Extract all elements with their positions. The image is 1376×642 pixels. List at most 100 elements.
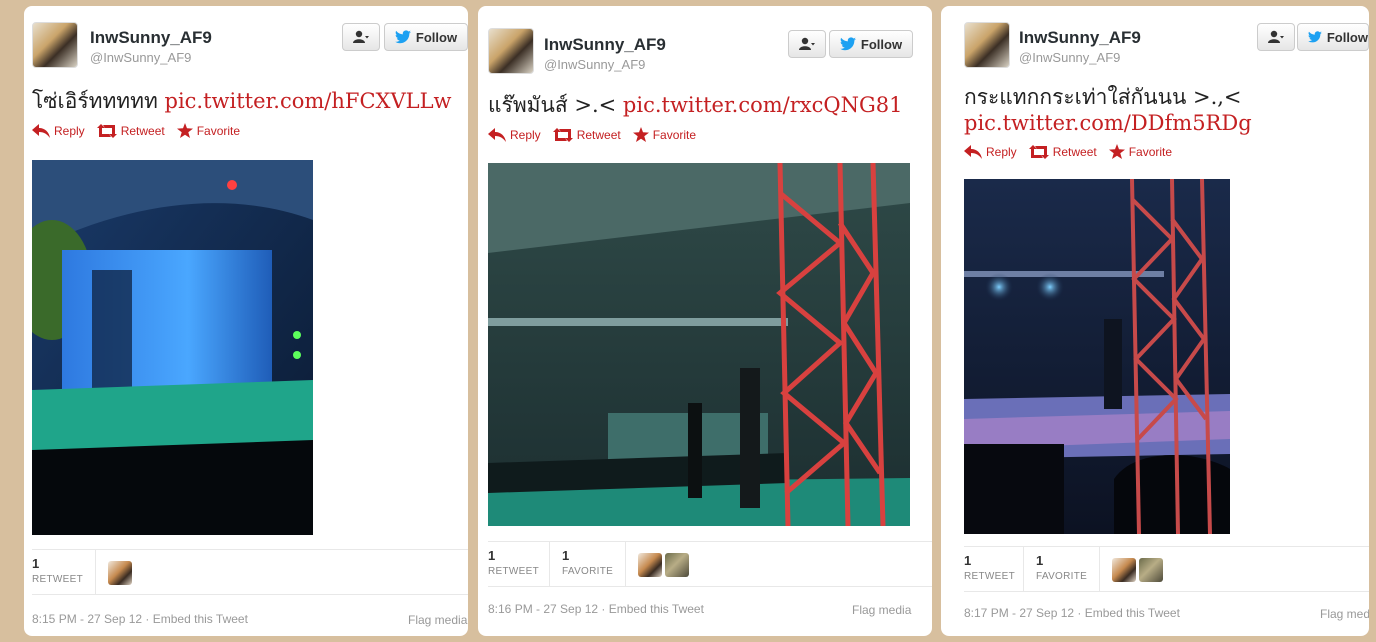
tweet-card-2: InwSunny_AF9 @InwSunny_AF9 Follow แร๊พมั… [478,6,932,636]
embed-link[interactable]: Embed this Tweet [609,602,704,616]
embed-link[interactable]: Embed this Tweet [1085,606,1180,620]
favorite-count: 1 [1036,553,1044,568]
display-name[interactable]: InwSunny_AF9 [1019,28,1141,48]
user-actions-button[interactable] [342,23,380,51]
reply-button[interactable]: Reply [488,127,541,142]
retweeter-avatars [108,550,135,594]
retweet-icon [1028,144,1049,159]
retweet-stat-label: RETWEET [964,571,1015,582]
user-icon [799,37,815,50]
media-link[interactable]: pic.twitter.com/DDfm5RDg [964,110,1354,136]
engager-avatar[interactable] [1139,558,1163,582]
retweet-label: Retweet [1052,144,1097,159]
retweeter-avatar[interactable] [108,561,132,585]
display-name[interactable]: InwSunny_AF9 [544,35,666,55]
user-icon [353,30,369,43]
favorite-stat[interactable]: 1 FAVORITE [1036,547,1100,591]
engager-avatar[interactable] [665,553,689,577]
tweet-card-3: InwSunny_AF9 @InwSunny_AF9 Follow กระแทก… [941,6,1369,636]
tweet-photo[interactable] [488,163,910,526]
timestamp[interactable]: 8:16 PM - 27 Sep 12 [488,602,598,616]
reply-label: Reply [510,127,541,142]
engager-avatar[interactable] [1112,558,1136,582]
media-link[interactable]: pic.twitter.com/hFCXVLLw [165,89,452,113]
retweet-stat-label: RETWEET [488,566,539,577]
timestamp[interactable]: 8:15 PM - 27 Sep 12 [32,612,142,626]
handle[interactable]: @InwSunny_AF9 [90,50,191,65]
favorite-count: 1 [562,548,570,563]
user-icon [1268,30,1284,43]
follow-label: Follow [415,29,458,45]
concert-photo-graphic [964,179,1230,534]
reply-button[interactable]: Reply [964,144,1017,159]
embed-link[interactable]: Embed this Tweet [153,612,248,626]
tweet-actions: Reply Retweet Favorite [32,123,240,138]
follow-label: Follow [1326,29,1368,45]
follow-label: Follow [860,36,903,52]
tweet-text: แร๊พมันส์ >.< pic.twitter.com/rxcQNG81 [488,92,902,118]
follow-button[interactable]: Follow [829,30,913,58]
tweet-actions: Reply Retweet Favorite [964,144,1172,159]
retweet-count: 1 [32,556,40,571]
tweet-body: แร๊พมันส์ >.< [488,93,617,117]
media-link[interactable]: pic.twitter.com/rxcQNG81 [623,93,903,117]
favorite-stat-label: FAVORITE [562,566,614,577]
follow-button[interactable]: Follow [1297,23,1369,51]
tweet-body: โซ่เอิร์ททททท [32,89,158,113]
reply-label: Reply [986,144,1017,159]
tweet-text: กระแทกกระเท่าใส่กันนน >.,< pic.twitter.c… [964,84,1354,136]
concert-photo-graphic [32,160,313,535]
concert-photo-graphic [488,163,910,526]
tweet-stats: 1 RETWEET 1 FAVORITE [964,546,1369,592]
flag-media-link[interactable]: Flag media [852,603,911,617]
retweet-count: 1 [488,548,496,563]
follow-button[interactable]: Follow [384,23,468,51]
display-name[interactable]: InwSunny_AF9 [90,28,212,48]
favorite-stat[interactable]: 1 FAVORITE [562,542,626,586]
handle[interactable]: @InwSunny_AF9 [544,57,645,72]
flag-media-link[interactable]: Flag med [1320,607,1369,621]
avatar[interactable] [32,22,78,68]
favorite-button[interactable]: Favorite [1108,144,1172,159]
engager-avatars [638,542,692,586]
reply-icon [32,123,50,138]
tweet-actions: Reply Retweet Favorite [488,127,696,142]
twitter-bird-icon [1308,31,1322,43]
avatar[interactable] [488,28,534,74]
reply-label: Reply [54,123,85,138]
user-actions-button[interactable] [788,30,826,58]
tweet-footer: 8:17 PM - 27 Sep 12 · Embed this Tweet [964,606,1180,620]
engager-avatar[interactable] [638,553,662,577]
retweet-button[interactable]: Retweet [1028,144,1097,159]
tweet-stats: 1 RETWEET [32,549,468,595]
retweet-icon [96,123,117,138]
reply-icon [488,127,506,142]
retweet-stat[interactable]: 1 RETWEET [32,550,96,594]
favorite-star-icon [632,127,649,142]
retweet-label: Retweet [120,123,165,138]
retweet-stat[interactable]: 1 RETWEET [488,542,550,586]
tweet-text: โซ่เอิร์ททททท pic.twitter.com/hFCXVLLw [32,88,452,114]
retweet-button[interactable]: Retweet [552,127,621,142]
favorite-star-icon [176,123,193,138]
favorite-button[interactable]: Favorite [176,123,241,138]
favorite-button[interactable]: Favorite [632,127,697,142]
tweet-photo[interactable] [964,179,1230,534]
avatar[interactable] [964,22,1010,68]
retweet-icon [552,127,573,142]
retweet-button[interactable]: Retweet [96,123,165,138]
flag-media-link[interactable]: Flag media [408,613,467,627]
timestamp[interactable]: 8:17 PM - 27 Sep 12 [964,606,1074,620]
retweet-stat-label: RETWEET [32,574,83,585]
handle[interactable]: @InwSunny_AF9 [1019,50,1120,65]
reply-button[interactable]: Reply [32,123,85,138]
user-actions-button[interactable] [1257,23,1295,51]
retweet-stat[interactable]: 1 RETWEET [964,547,1024,591]
engager-avatars [1112,547,1166,591]
favorite-label: Favorite [196,123,241,138]
tweet-body: กระแทกกระเท่าใส่กันนน >.,< [964,85,1242,109]
tweet-card-1: InwSunny_AF9 @InwSunny_AF9 Follow โซ่เอิ… [24,6,468,636]
tweet-photo[interactable] [32,160,313,535]
retweet-count: 1 [964,553,972,568]
favorite-label: Favorite [652,127,697,142]
